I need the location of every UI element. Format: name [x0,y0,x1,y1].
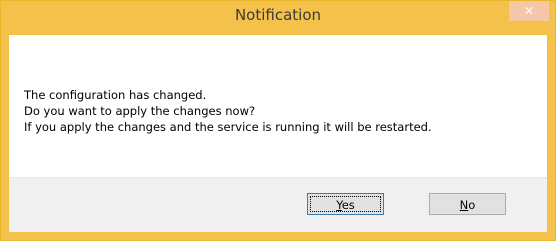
title-bar[interactable]: Notification ✕ [1,1,555,34]
dialog-body: The configuration has changed. Do you wa… [9,35,547,232]
no-mnemonic: N [459,198,469,212]
dialog-title: Notification [234,6,322,24]
no-button[interactable]: No [429,193,506,215]
close-icon: ✕ [523,4,535,18]
no-label-rest: o [468,198,476,212]
message-line-2: Do you want to apply the changes now? [24,104,256,118]
close-button[interactable]: ✕ [509,1,549,21]
button-bar: Yes No [9,177,547,232]
message-text: The configuration has changed. Do you wa… [24,87,534,135]
notification-dialog: Notification ✕ The configuration has cha… [0,0,556,241]
yes-label-rest: es [341,198,355,212]
yes-button[interactable]: Yes [307,193,384,215]
message-line-1: The configuration has changed. [24,88,207,102]
message-line-3: If you apply the changes and the service… [24,120,432,134]
